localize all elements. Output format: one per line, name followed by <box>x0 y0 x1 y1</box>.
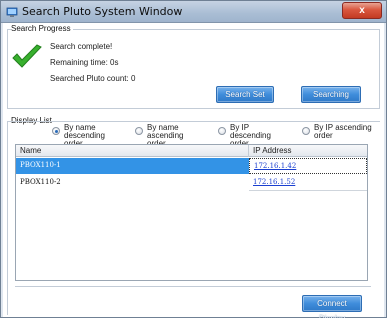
window-title: Search Pluto System Window <box>22 5 183 18</box>
app-icon <box>6 7 18 17</box>
sort-by-ip-desc[interactable]: By IP descending order <box>218 124 293 148</box>
column-header-ip[interactable]: IP Address <box>253 146 292 155</box>
radio-button[interactable] <box>218 127 226 135</box>
sort-option-label: By IP ascending order <box>314 123 372 140</box>
sort-by-name-asc[interactable]: By name ascending order <box>135 124 215 148</box>
connect-display-button[interactable]: Connect Display <box>302 295 362 318</box>
display-name-cell: PBOX110-1 <box>20 161 61 169</box>
remaining-time-text: Remaining time: 0s <box>50 58 119 67</box>
ip-link[interactable]: 172.16.1.52 <box>253 178 295 186</box>
table-row[interactable]: PBOX110-1 172.16.1.42 <box>16 158 367 174</box>
divider <box>15 286 371 287</box>
searching-label: Searching <box>312 90 350 99</box>
close-button[interactable]: x <box>342 2 382 19</box>
sort-by-ip-asc[interactable]: By IP ascending order <box>302 124 377 142</box>
ip-cell: 172.16.1.52 <box>249 175 367 191</box>
ip-link[interactable]: 172.16.1.42 <box>254 162 296 170</box>
column-header-name[interactable]: Name <box>20 146 41 155</box>
display-name-cell: PBOX110-2 <box>20 178 61 186</box>
connect-display-label: Connect Display <box>317 299 347 318</box>
radio-button[interactable] <box>52 127 60 135</box>
search-pluto-window: Search Pluto System Window x Search Prog… <box>0 0 387 318</box>
searched-count-text: Searched Pluto count: 0 <box>50 74 136 83</box>
checkmark-icon <box>12 44 42 68</box>
searching-button[interactable]: Searching <box>301 86 361 103</box>
ip-cell: 172.16.1.42 <box>249 158 367 174</box>
search-status-text: Search complete! <box>50 42 113 51</box>
display-table[interactable]: Name IP Address PBOX110-1 172.16.1.42 PB… <box>15 144 368 281</box>
sort-by-name-desc[interactable]: By name descending order <box>52 124 132 148</box>
table-header: Name IP Address <box>16 145 367 157</box>
window-content: Search Progress Search complete! Remaini… <box>3 23 384 318</box>
close-icon: x <box>359 5 365 16</box>
search-progress-legend: Search Progress <box>11 24 73 33</box>
radio-button[interactable] <box>302 127 310 135</box>
table-row[interactable]: PBOX110-2 172.16.1.52 <box>16 175 367 191</box>
search-set-button[interactable]: Search Set <box>216 86 274 103</box>
title-bar[interactable]: Search Pluto System Window x <box>1 1 386 23</box>
column-divider[interactable] <box>248 145 249 157</box>
search-set-label: Search Set <box>225 90 265 99</box>
radio-button[interactable] <box>135 127 143 135</box>
